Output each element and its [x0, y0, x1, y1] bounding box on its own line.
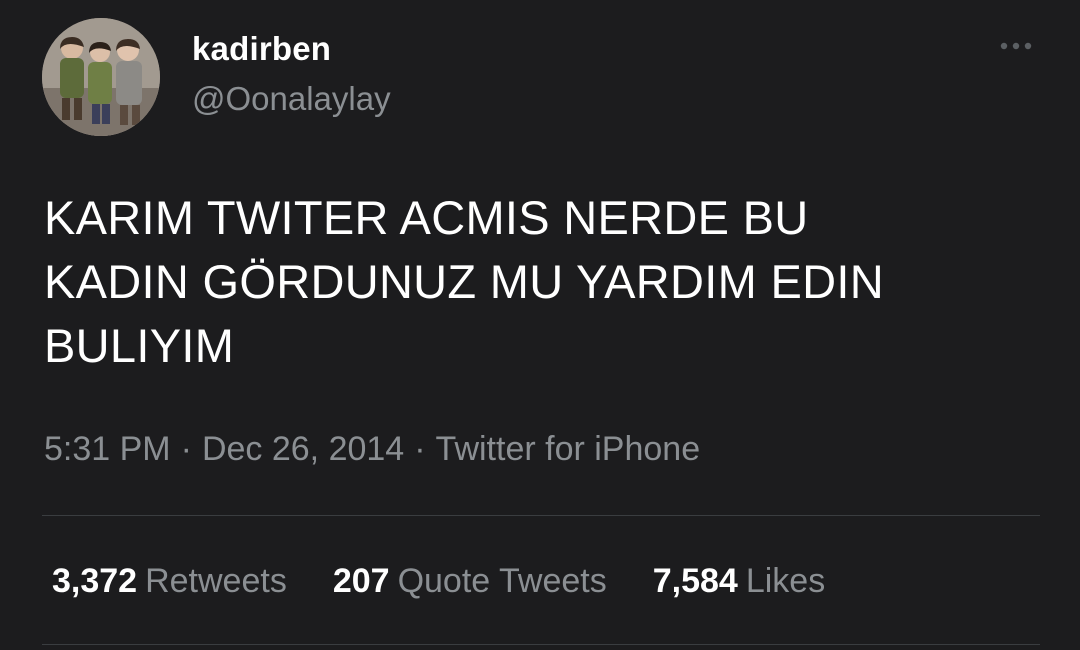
divider: [42, 515, 1040, 516]
engagement-stats: 3,372 Retweets 207 Quote Tweets 7,584 Likes: [52, 562, 871, 601]
user-handle[interactable]: @Oonalaylay: [192, 80, 391, 118]
more-horizontal-icon[interactable]: [996, 36, 1036, 56]
likes-stat[interactable]: 7,584 Likes: [653, 562, 825, 601]
avatar[interactable]: [42, 18, 160, 136]
retweets-label: Retweets: [145, 562, 287, 600]
tweet-source[interactable]: Twitter for iPhone: [436, 430, 701, 468]
display-name[interactable]: kadirben: [192, 30, 331, 68]
quote-tweets-stat[interactable]: 207 Quote Tweets: [333, 562, 607, 601]
retweets-stat[interactable]: 3,372 Retweets: [52, 562, 287, 601]
tweet-metadata: 5:31 PM · Dec 26, 2014 · Twitter for iPhone: [44, 430, 700, 469]
avatar-photo: [42, 18, 160, 136]
tweet-text: KARIM TWITER ACMIS NERDE BU KADIN GÖRDUN…: [44, 191, 884, 372]
quote-tweets-count: 207: [332, 562, 390, 600]
separator: ·: [414, 430, 426, 468]
separator: ·: [180, 430, 192, 468]
divider: [42, 644, 1040, 645]
likes-label: Likes: [745, 562, 826, 600]
quote-tweets-label: Quote Tweets: [397, 562, 607, 600]
likes-count: 7,584: [652, 562, 738, 600]
tweet-time[interactable]: 5:31 PM: [44, 430, 171, 468]
tweet-date[interactable]: Dec 26, 2014: [202, 430, 404, 468]
retweets-count: 3,372: [52, 562, 138, 600]
